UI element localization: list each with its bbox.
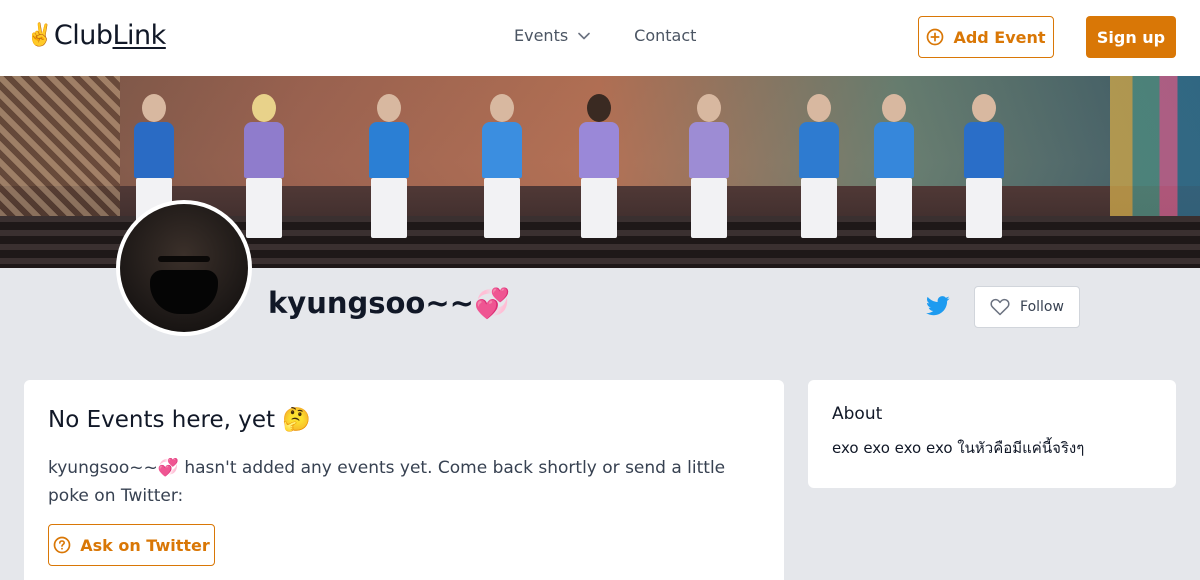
chevron-down-icon [578,32,590,39]
heart-icon [990,298,1010,316]
clublink-logo[interactable]: ✌️ Club Link [26,20,166,51]
events-card-message: kyungsoo~~💞 hasn't added any events yet.… [48,458,726,506]
nav-events-label: Events [514,26,569,45]
sign-up-label: Sign up [1096,27,1166,47]
nav-contact[interactable]: Contact [634,26,696,45]
profile-name: kyungsoo~~💞 [268,286,511,320]
question-circle-icon [53,536,71,554]
sign-up-button[interactable]: Sign up [1086,16,1176,58]
follow-label: Follow [1020,299,1064,315]
logo-link-text: Link [112,20,167,51]
logo-club-text: Club [53,20,113,51]
twitter-icon[interactable] [926,296,950,320]
follow-button[interactable]: Follow [974,286,1080,328]
events-card-title: No Events here, yet 🤔 [48,407,311,433]
ask-on-twitter-label: Ask on Twitter [80,535,210,555]
add-event-button[interactable]: Add Event [918,16,1054,58]
logo-emoji: ✌️ [26,23,53,48]
events-card: No Events here, yet 🤔 kyungsoo~~💞 hasn't… [24,380,784,580]
top-navbar: ✌️ Club Link Events Contact Add Event Sign… [0,0,1200,76]
ask-on-twitter-button[interactable]: Ask on Twitter [48,524,215,566]
main-nav: Events Contact [514,26,696,45]
profile-avatar [116,200,252,336]
add-event-label: Add Event [953,27,1046,47]
nav-events[interactable]: Events [514,26,590,45]
about-card-text: exo exo exo exo ในหัวคือมีแค่นี้จริงๆ [832,439,1085,457]
nav-contact-label: Contact [634,26,697,45]
about-card-title: About [832,404,883,424]
plus-circle-icon [927,28,944,46]
about-card: About exo exo exo exo ในหัวคือมีแค่นี้จร… [808,380,1176,488]
